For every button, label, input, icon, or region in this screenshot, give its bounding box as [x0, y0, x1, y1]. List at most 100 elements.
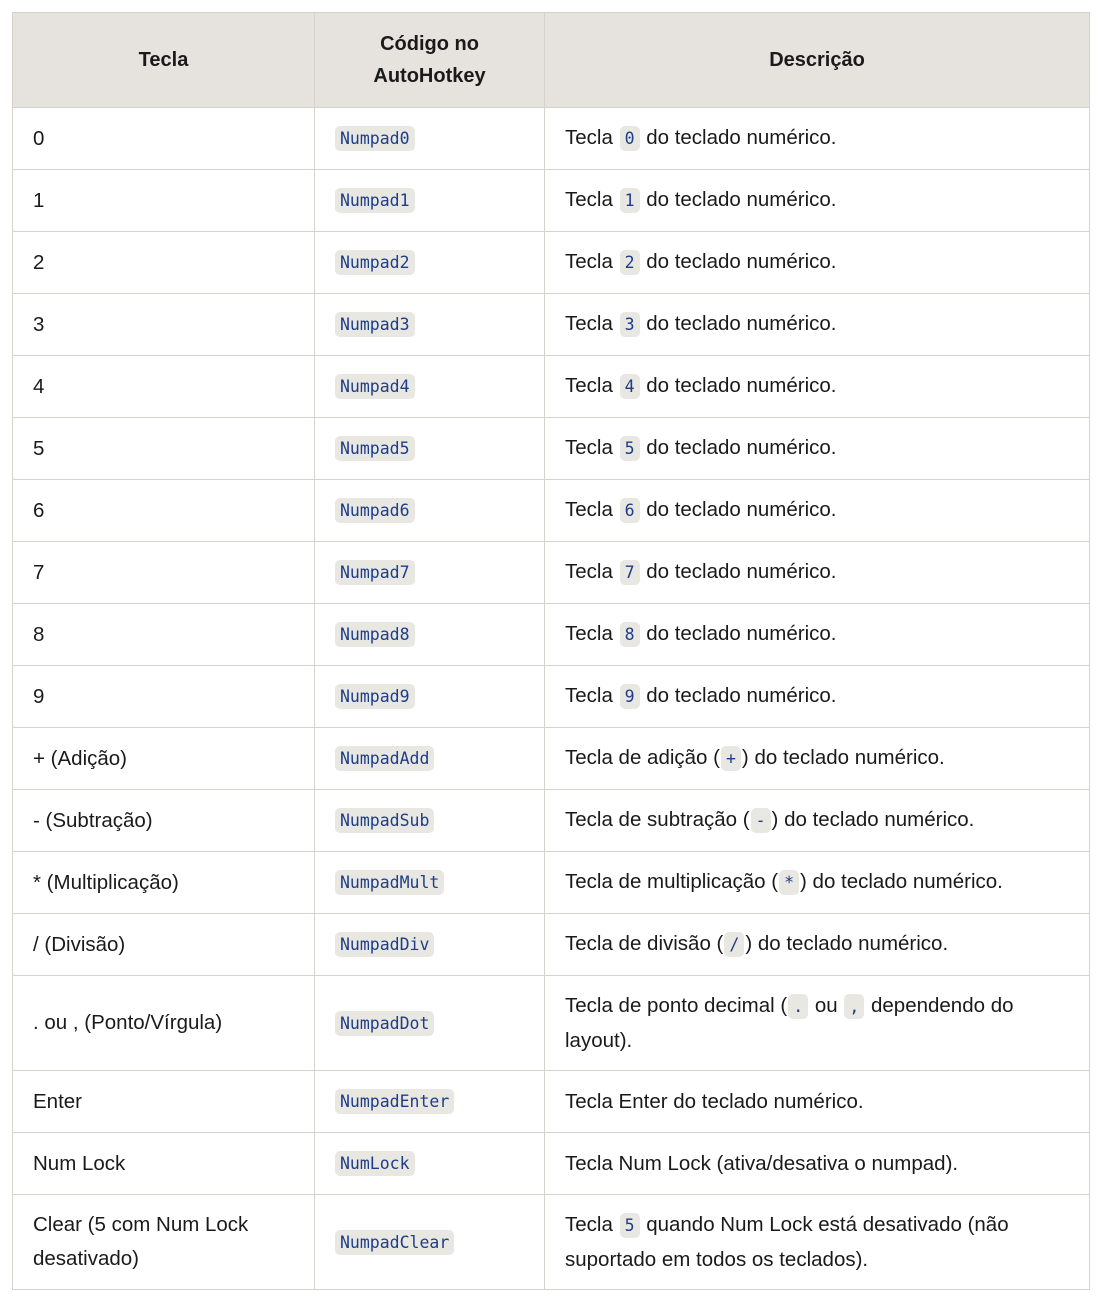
description-text: Tecla	[565, 250, 619, 273]
description-text: Tecla	[565, 312, 619, 335]
code-snippet: Numpad7	[335, 560, 415, 585]
cell-descricao: Tecla Enter do teclado numérico.	[544, 1070, 1090, 1133]
cell-descricao: Tecla de multiplicação (*) do teclado nu…	[544, 851, 1090, 914]
cell-tecla: Num Lock	[12, 1132, 315, 1195]
cell-tecla: 8	[12, 603, 315, 666]
cell-descricao: Tecla 2 do teclado numérico.	[544, 231, 1090, 294]
cell-descricao: Tecla 9 do teclado numérico.	[544, 665, 1090, 728]
description-text: do teclado numérico.	[640, 312, 837, 335]
description-text: Tecla de divisão (	[565, 932, 724, 955]
description-text: do teclado numérico.	[640, 188, 837, 211]
cell-tecla: Enter	[12, 1070, 315, 1133]
cell-codigo: NumpadDot	[314, 975, 545, 1071]
code-snippet: NumpadClear	[335, 1229, 455, 1255]
inline-code: 1	[619, 188, 640, 213]
description-text: do teclado numérico.	[640, 126, 837, 149]
inline-code: 8	[619, 622, 640, 647]
cell-codigo: Numpad5	[314, 417, 545, 480]
code-snippet: NumpadDiv	[335, 932, 435, 957]
cell-descricao: Tecla 8 do teclado numérico.	[544, 603, 1090, 666]
table-row: 1 Numpad1 Tecla 1 do teclado numérico.	[12, 169, 1090, 232]
description-text: ) do teclado numérico.	[800, 870, 1003, 893]
cell-codigo: NumpadEnter	[314, 1070, 545, 1133]
cell-tecla: 5	[12, 417, 315, 480]
header-codigo: Código no AutoHotkey	[314, 12, 545, 108]
cell-codigo: Numpad2	[314, 231, 545, 294]
table-row: Clear (5 com Num Lock desativado) NumpadC…	[12, 1194, 1090, 1290]
cell-tecla: * (Multiplicação)	[12, 851, 315, 914]
table-row: * (Multiplicação) NumpadMult Tecla de mult…	[12, 851, 1090, 914]
inline-code: 5	[619, 436, 640, 461]
cell-codigo: Numpad0	[314, 107, 545, 170]
cell-tecla: 4	[12, 355, 315, 418]
description-text: do teclado numérico.	[640, 622, 837, 645]
inline-code: -	[750, 808, 771, 833]
cell-descricao: Tecla 7 do teclado numérico.	[544, 541, 1090, 604]
code-snippet: Numpad6	[335, 498, 415, 523]
table-row: 0 Numpad0 Tecla 0 do teclado numérico.	[12, 107, 1090, 170]
description-text: do teclado numérico.	[640, 560, 837, 583]
cell-codigo: NumpadAdd	[314, 727, 545, 790]
table-row: / (Divisão) NumpadDiv Tecla de divisão (/)…	[12, 913, 1090, 976]
table-row: - (Subtração) NumpadSub Tecla de subtração…	[12, 789, 1090, 852]
description-text: Tecla	[565, 126, 619, 149]
cell-codigo: NumpadDiv	[314, 913, 545, 976]
table-header: Tecla Código no AutoHotkey Descrição	[12, 12, 1090, 108]
cell-codigo: Numpad4	[314, 355, 545, 418]
cell-tecla: + (Adição)	[12, 727, 315, 790]
inline-code: 4	[619, 374, 640, 399]
cell-descricao: Tecla 1 do teclado numérico.	[544, 169, 1090, 232]
table-row: Enter NumpadEnter Tecla Enter do teclado n…	[12, 1070, 1090, 1133]
header-tecla: Tecla	[12, 12, 315, 108]
cell-codigo: NumpadClear	[314, 1194, 545, 1290]
cell-codigo: Numpad9	[314, 665, 545, 728]
cell-tecla: Clear (5 com Num Lock desativado)	[12, 1194, 315, 1290]
table-row: 7 Numpad7 Tecla 7 do teclado numérico.	[12, 541, 1090, 604]
code-snippet: Numpad8	[335, 622, 415, 647]
description-text: Tecla de adição (	[565, 746, 720, 769]
inline-code: ,	[844, 993, 865, 1019]
cell-tecla: 2	[12, 231, 315, 294]
description-text: Tecla	[565, 436, 619, 459]
code-snippet: Numpad3	[335, 312, 415, 337]
description-text: do teclado numérico.	[640, 374, 837, 397]
description-text: Tecla	[565, 560, 619, 583]
code-snippet: NumpadAdd	[335, 746, 435, 771]
table-row: 3 Numpad3 Tecla 3 do teclado numérico.	[12, 293, 1090, 356]
code-snippet: NumpadMult	[335, 870, 445, 895]
header-descricao: Descrição	[544, 12, 1090, 108]
numpad-keys-table: Tecla Código no AutoHotkey Descrição 0 Nu…	[12, 12, 1090, 1290]
description-text: do teclado numérico.	[640, 498, 837, 521]
inline-code: 0	[619, 126, 640, 151]
inline-code: .	[788, 993, 809, 1019]
cell-tecla: 3	[12, 293, 315, 356]
cell-descricao: Tecla de subtração (-) do teclado numéri…	[544, 789, 1090, 852]
numpad-keys-table-container: Tecla Código no AutoHotkey Descrição 0 Nu…	[12, 12, 1090, 1290]
table-row: . ou , (Ponto/Vírgula) NumpadDot Tecla de …	[12, 975, 1090, 1071]
cell-descricao: Tecla 0 do teclado numérico.	[544, 107, 1090, 170]
cell-codigo: Numpad7	[314, 541, 545, 604]
description-text: Tecla	[565, 188, 619, 211]
code-snippet: Numpad9	[335, 684, 415, 709]
header-row: Tecla Código no AutoHotkey Descrição	[12, 12, 1090, 108]
cell-descricao: Tecla de divisão (/) do teclado numérico…	[544, 913, 1090, 976]
inline-code: +	[720, 746, 741, 771]
code-snippet: NumpadDot	[335, 1010, 435, 1036]
cell-descricao: Tecla 5 do teclado numérico.	[544, 417, 1090, 480]
description-text: ou	[809, 993, 844, 1017]
table-row: 2 Numpad2 Tecla 2 do teclado numérico.	[12, 231, 1090, 294]
inline-code: /	[724, 932, 745, 957]
cell-descricao: Tecla de adição (+) do teclado numérico.	[544, 727, 1090, 790]
inline-code: 7	[619, 560, 640, 585]
description-text: Tecla	[565, 498, 619, 521]
table-row: 5 Numpad5 Tecla 5 do teclado numérico.	[12, 417, 1090, 480]
cell-codigo: NumpadMult	[314, 851, 545, 914]
code-snippet: Numpad0	[335, 126, 415, 151]
cell-tecla: 0	[12, 107, 315, 170]
description-text: Tecla de subtração (	[565, 808, 750, 831]
description-text: Tecla	[565, 622, 619, 645]
description-text: ) do teclado numérico.	[741, 746, 945, 769]
description-text: do teclado numérico.	[640, 250, 837, 273]
cell-tecla: - (Subtração)	[12, 789, 315, 852]
code-snippet: Numpad4	[335, 374, 415, 399]
